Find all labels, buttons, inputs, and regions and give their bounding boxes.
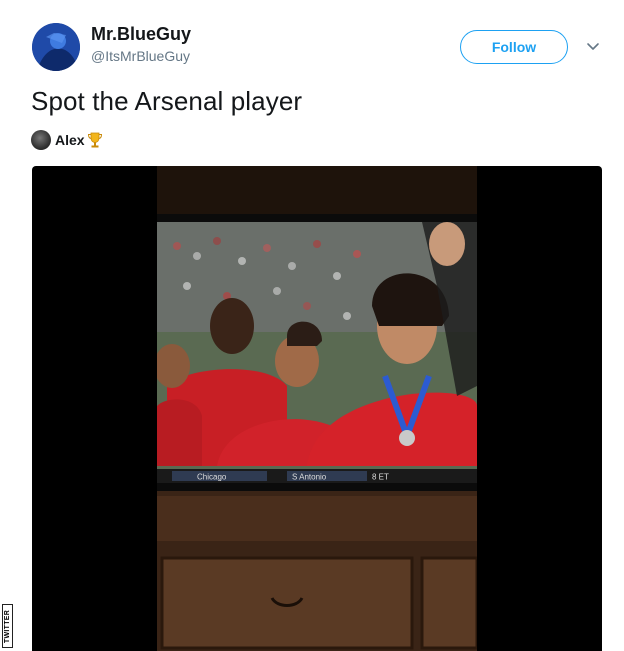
avatar-image: [32, 23, 80, 71]
mention-name[interactable]: Alex: [55, 132, 85, 148]
author-display-name[interactable]: Mr.BlueGuy: [91, 24, 191, 45]
chevron-down-icon[interactable]: [585, 38, 601, 54]
scoreboard-right: 8 ET: [372, 473, 389, 482]
watermark-text: TWITTER: [4, 609, 11, 643]
follow-button[interactable]: Follow: [460, 30, 568, 64]
video-frame: Chicago S Antonio 8 ET: [157, 166, 477, 651]
author-avatar[interactable]: [32, 23, 80, 71]
trophy-icon: [87, 132, 102, 148]
mention-row[interactable]: Alex: [31, 129, 104, 151]
tweet-text: Spot the Arsenal player: [31, 86, 303, 116]
video-player[interactable]: Chicago S Antonio 8 ET: [32, 166, 602, 651]
author-handle[interactable]: @ItsMrBlueGuy: [91, 48, 190, 64]
scoreboard-left: Chicago: [197, 473, 227, 482]
watermark-logo: TWITTER: [2, 604, 13, 648]
scoreboard-middle: S Antonio: [292, 473, 327, 482]
mention-avatar[interactable]: [31, 130, 51, 150]
